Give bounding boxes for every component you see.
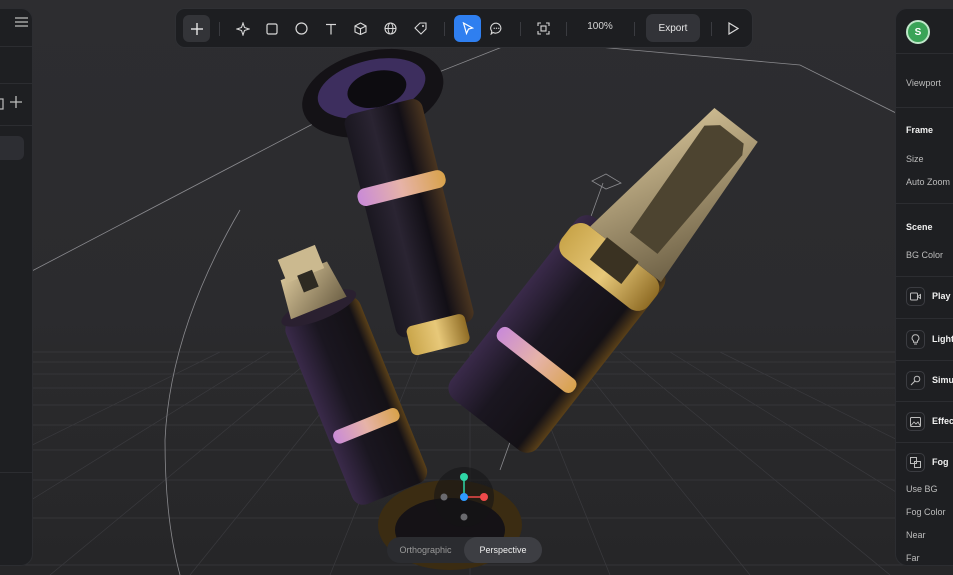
tag-icon — [414, 22, 427, 35]
toolbar-separator — [566, 22, 567, 36]
gizmo-x-axis — [480, 493, 488, 501]
fit-view-button[interactable] — [530, 15, 557, 42]
panel-divider — [896, 401, 953, 402]
cube-tool[interactable] — [347, 15, 374, 42]
fog-section[interactable]: Fog — [932, 457, 949, 467]
comment-icon — [490, 22, 502, 35]
pointer-icon — [462, 22, 474, 35]
sparkle-icon — [235, 21, 250, 36]
fog-color-label: Fog Color — [906, 507, 946, 517]
toolbar-separator — [520, 22, 521, 36]
toolbar-separator — [711, 22, 712, 36]
lightbulb-icon[interactable] — [906, 330, 925, 349]
orthographic-button[interactable]: Orthographic — [387, 537, 464, 563]
simulation-section[interactable]: Simu — [932, 375, 953, 385]
gizmo-neg-y-axis — [460, 513, 468, 521]
ai-button[interactable] — [229, 15, 256, 42]
properties-panel: S Viewport Frame Size Auto Zoom Scene BG… — [895, 8, 953, 566]
text-icon — [325, 23, 336, 34]
panel-divider — [896, 203, 953, 204]
play-button[interactable] — [719, 15, 746, 42]
layers-header-divider — [0, 83, 32, 126]
zoom-level[interactable]: 100% — [578, 21, 622, 32]
viewport-label[interactable]: Viewport — [906, 78, 941, 88]
play-camera-icon[interactable] — [906, 287, 925, 306]
toolbar-separator — [444, 22, 445, 36]
orientation-gizmo[interactable] — [434, 467, 494, 527]
export-button[interactable]: Export — [646, 14, 700, 42]
ellipse-tool[interactable] — [288, 15, 315, 42]
add-button[interactable] — [183, 15, 210, 42]
avatar[interactable]: S — [906, 20, 930, 44]
cube-icon — [354, 22, 367, 35]
play-camera-section[interactable]: Play C — [932, 291, 953, 301]
gizmo-y-axis — [460, 473, 468, 481]
size-label: Size — [906, 154, 924, 164]
tag-tool[interactable] — [407, 15, 434, 42]
select-tool[interactable] — [454, 15, 481, 42]
main-toolbar: 100% Export — [175, 8, 753, 48]
play-icon — [727, 22, 739, 35]
layer-item-selected[interactable] — [0, 136, 24, 160]
globe-icon — [384, 22, 397, 35]
rectangle-tool[interactable] — [258, 15, 285, 42]
frame-icon — [537, 22, 550, 35]
text-tool[interactable] — [317, 15, 344, 42]
plus-icon — [190, 22, 203, 35]
fog-icon[interactable] — [906, 453, 925, 472]
near-label: Near — [906, 530, 926, 540]
toolbar-separator — [219, 22, 220, 36]
left-bottom-divider — [0, 471, 32, 473]
toolbar-separator — [634, 22, 635, 36]
panel-divider — [896, 53, 953, 54]
tube-right — [448, 108, 758, 453]
projection-toggle: Orthographic Perspective — [387, 537, 542, 563]
panel-divider — [896, 107, 953, 108]
panel-divider — [896, 318, 953, 319]
panel-divider — [896, 442, 953, 443]
gizmo-neg-x-axis — [440, 493, 448, 501]
circle-icon — [295, 22, 308, 35]
effects-section[interactable]: Effec — [932, 416, 953, 426]
panel-divider — [896, 276, 953, 277]
viewport-canvas[interactable]: Orthographic Perspective — [0, 0, 953, 575]
effects-image-icon[interactable] — [906, 412, 925, 431]
far-label: Far — [906, 553, 920, 563]
gizmo-z-axis — [460, 493, 468, 501]
simulation-icon[interactable] — [906, 371, 925, 390]
left-section-divider — [0, 46, 32, 84]
scene-header: Scene — [906, 222, 933, 232]
left-header-divider — [0, 9, 32, 47]
globe-tool[interactable] — [377, 15, 404, 42]
comment-tool[interactable] — [483, 15, 510, 42]
frame-header: Frame — [906, 125, 934, 135]
left-panel — [0, 8, 33, 566]
lights-section[interactable]: Light — [932, 334, 953, 344]
panel-divider — [896, 360, 953, 361]
use-bg-label: Use BG — [906, 484, 938, 494]
square-icon — [265, 22, 278, 35]
perspective-button[interactable]: Perspective — [464, 537, 542, 563]
auto-zoom-label: Auto Zoom — [906, 177, 951, 187]
bg-color-label: BG Color — [906, 250, 944, 260]
